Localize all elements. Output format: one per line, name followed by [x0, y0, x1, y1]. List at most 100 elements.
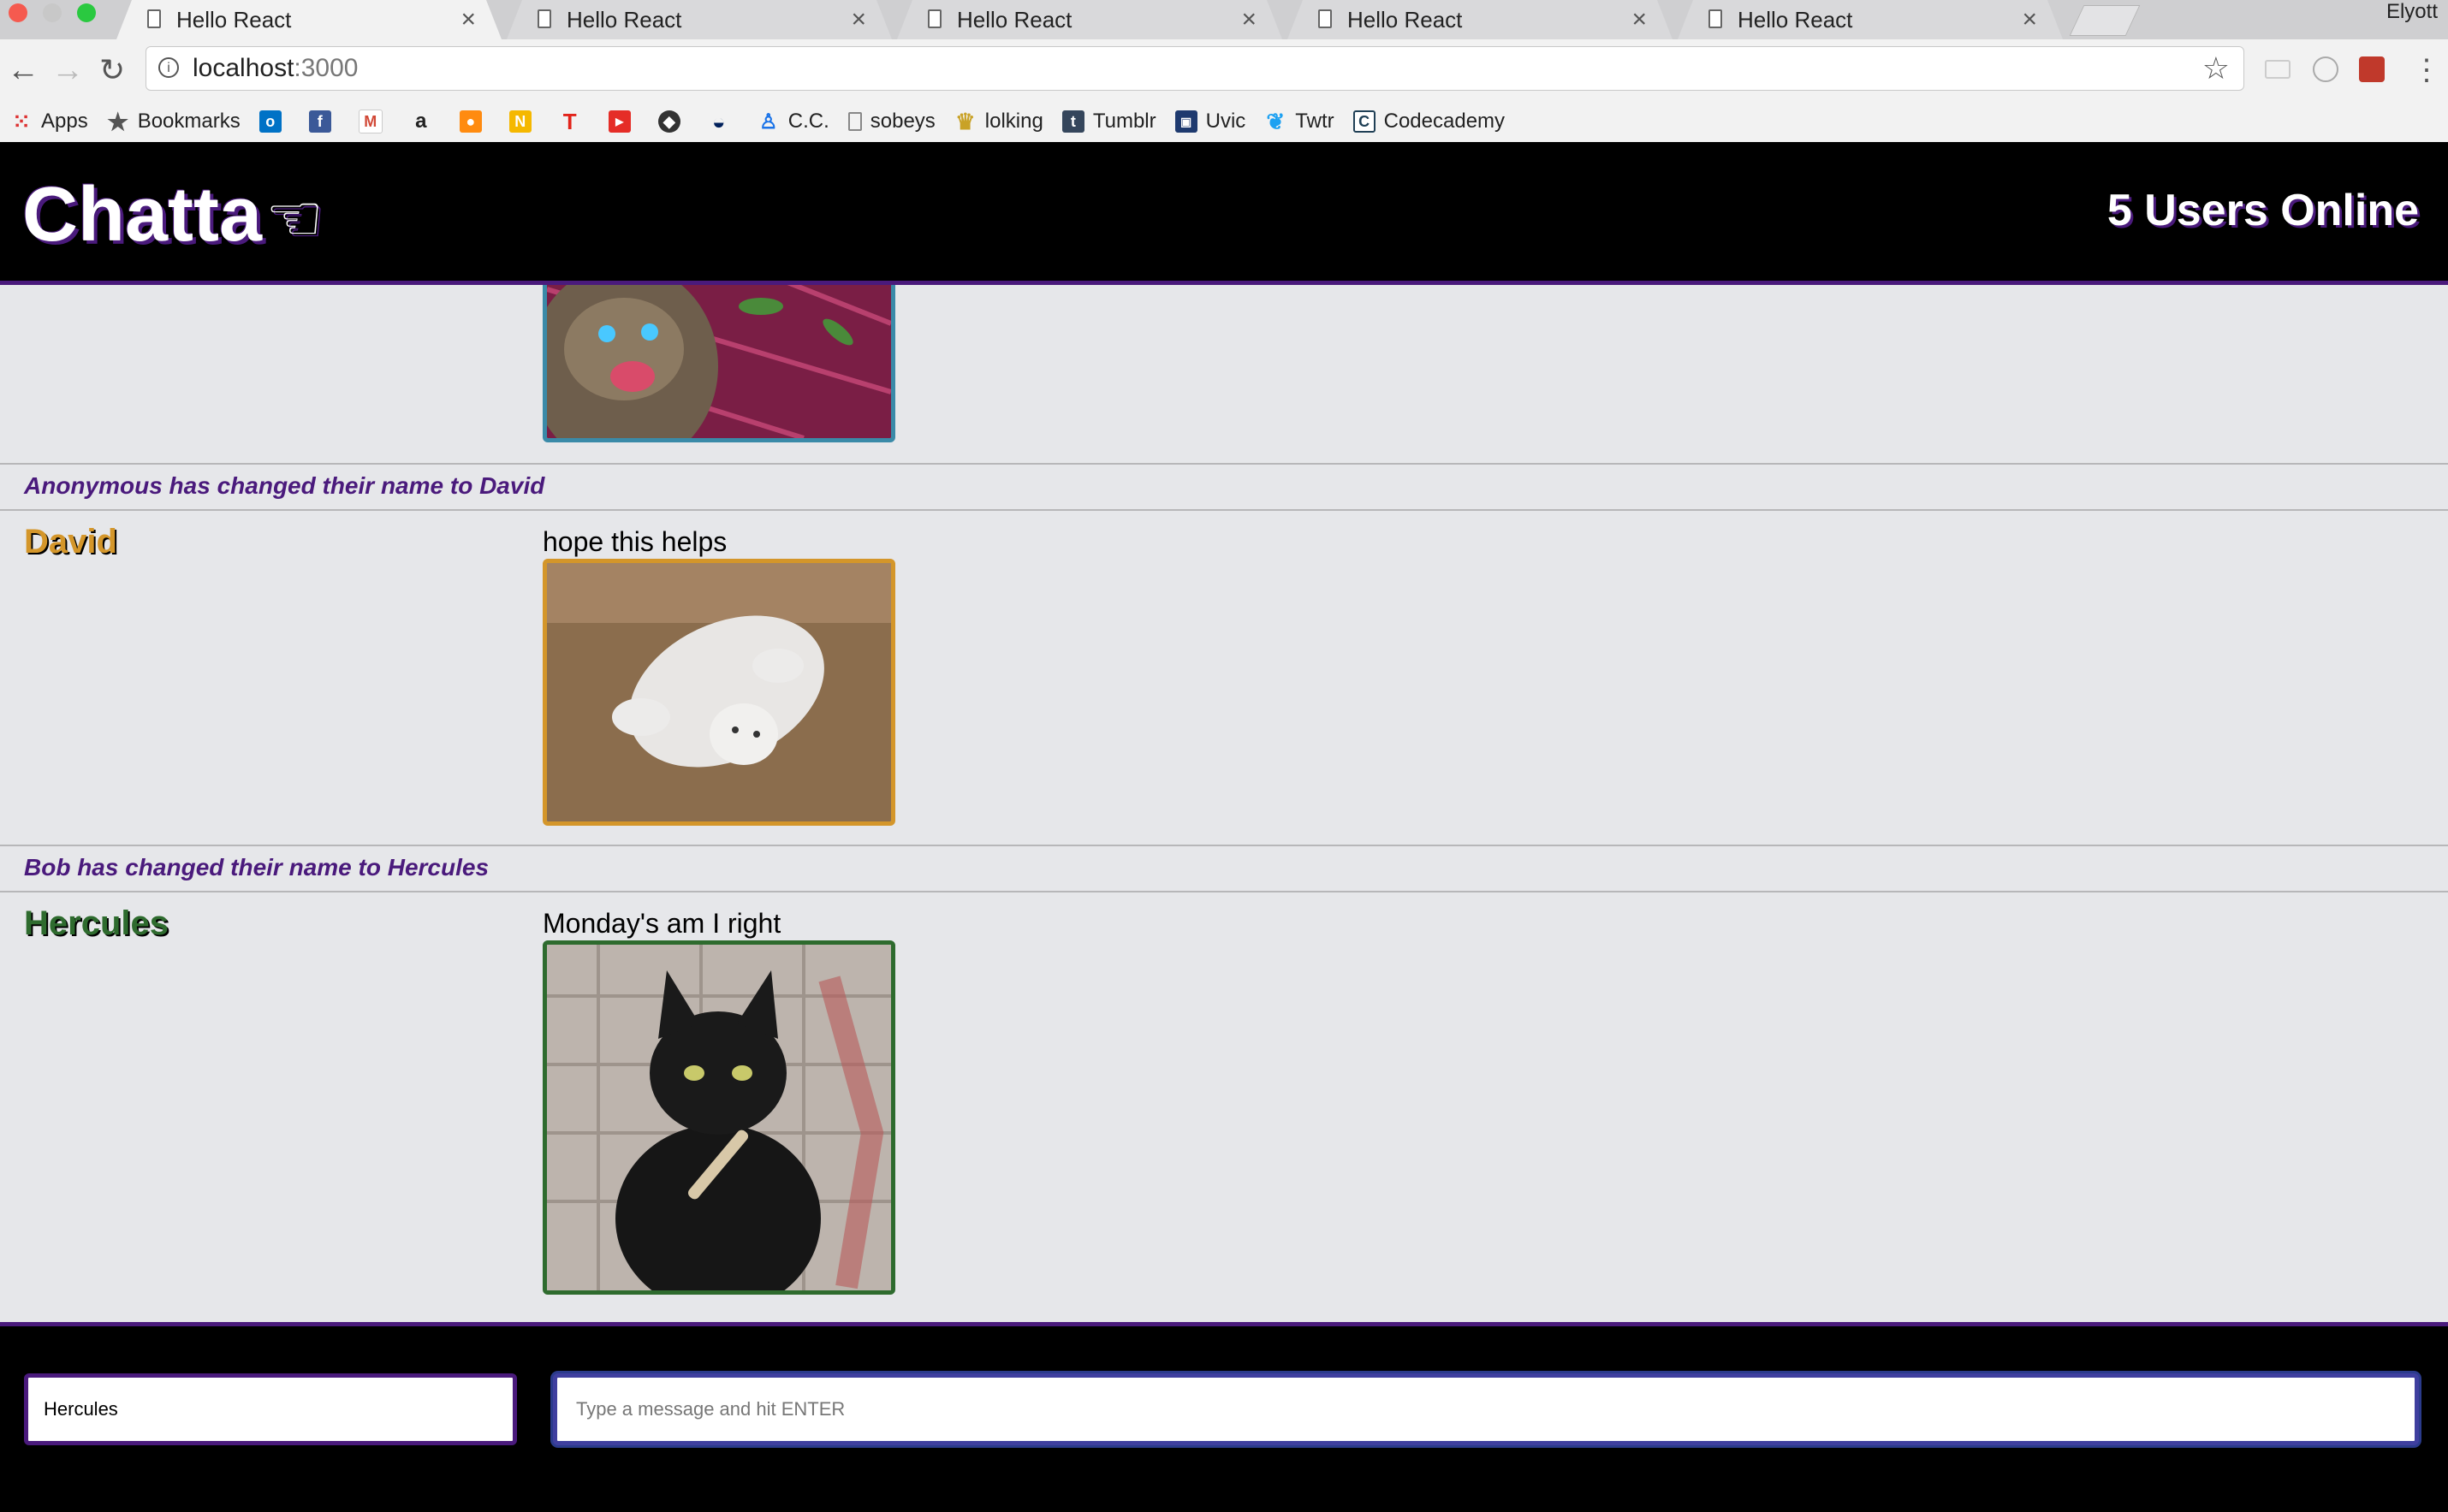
bookmark-reddit[interactable]: ● [459, 110, 490, 133]
tab-title: Hello React [1347, 6, 1463, 33]
page-icon [147, 9, 161, 28]
notification-row: Bob has changed their name to Hercules [0, 846, 2448, 892]
page-icon [928, 9, 942, 28]
twitter-icon: ❦ [1266, 108, 1286, 134]
page-icon [847, 112, 862, 131]
cast-icon[interactable] [2265, 60, 2291, 79]
new-tab-button[interactable] [2069, 5, 2141, 36]
tumblr-icon: t [1061, 110, 1084, 133]
info-icon[interactable]: i [158, 57, 179, 78]
profile-name[interactable]: Elyott [2386, 0, 2438, 24]
bookmark-n[interactable]: N [508, 110, 540, 133]
canucks-icon: ◒ [711, 108, 726, 134]
crown-icon: ♛ [955, 108, 976, 134]
address-bar[interactable]: i localhost:3000 ☆ [146, 46, 2244, 91]
message-username: David [24, 523, 117, 560]
window-minimize-button[interactable] [43, 3, 62, 22]
pointing-hand-icon: ☜ [265, 182, 324, 255]
users-online-count: 5 Users Online [2106, 186, 2419, 235]
tab-close-icon[interactable]: × [460, 5, 476, 34]
bookmark-tumblr[interactable]: t Tumblr [1061, 110, 1156, 133]
message-username: Hercules [24, 904, 169, 942]
tab-close-icon[interactable]: × [851, 5, 866, 34]
browser-tab-4[interactable]: Hello React × [1287, 0, 1673, 39]
message-image [543, 940, 895, 1295]
tab-close-icon[interactable]: × [2022, 5, 2037, 34]
nhl-icon: ◆ [657, 110, 680, 133]
t-icon: T [562, 108, 577, 134]
bookmark-star-icon[interactable]: ☆ [2202, 50, 2230, 86]
bookmark-canucks[interactable]: ◒ [708, 108, 739, 134]
bookmark-youtube[interactable]: ▶ [608, 110, 639, 133]
chat-input-bar [0, 1322, 2448, 1512]
browser-tab-bar: Hello React × Hello React × Hello React … [0, 0, 2448, 40]
message-text: Monday's am I right [543, 908, 781, 939]
notification-row: Anonymous has changed their name to Davi… [0, 465, 2448, 511]
person-icon: ♙ [758, 110, 778, 133]
tab-title: Hello React [957, 6, 1072, 33]
tab-title: Hello React [1738, 6, 1853, 33]
browser-toolbar: ← → ↻ i localhost:3000 ☆ ⋮ [0, 39, 2448, 101]
bookmark-uvic[interactable]: ▣ Uvic [1174, 110, 1245, 133]
app-logo: Chatta [22, 172, 263, 258]
browser-tab-5[interactable]: Hello React × [1678, 0, 2063, 39]
outlook-icon: o [258, 110, 282, 133]
tab-title: Hello React [176, 6, 292, 33]
page-icon [1318, 9, 1332, 28]
message-row [0, 285, 2448, 465]
bookmark-apps[interactable]: ⁙ Apps [10, 108, 88, 134]
bookmark-gmail[interactable]: M [358, 110, 391, 133]
page-icon [1708, 9, 1722, 28]
tab-title: Hello React [567, 6, 682, 33]
extension-red-icon[interactable] [2359, 56, 2385, 82]
message-input[interactable] [553, 1373, 2419, 1445]
gmail-icon: M [358, 110, 383, 133]
username-input[interactable] [24, 1373, 517, 1445]
facebook-icon: f [308, 110, 331, 133]
window-close-button[interactable] [9, 3, 27, 22]
message-row: Hercules Monday's am I right [0, 892, 2448, 1322]
bookmark-amazon[interactable]: a [410, 110, 441, 133]
extension-icon[interactable] [2313, 56, 2338, 82]
n-icon: N [508, 110, 532, 133]
bookmark-lolking[interactable]: ♛ lolking [954, 108, 1043, 134]
browser-tab-3[interactable]: Hello React × [897, 0, 1282, 39]
bookmark-facebook[interactable]: f [308, 110, 340, 133]
black-cat-nail-file-gif [547, 945, 891, 1290]
bookmark-t[interactable]: T [559, 108, 590, 134]
browser-tab-2[interactable]: Hello React × [507, 0, 892, 39]
menu-dots-icon[interactable]: ⋮ [2412, 50, 2441, 91]
uvic-icon: ▣ [1174, 110, 1197, 133]
bookmark-twitter[interactable]: ❦ Twtr [1264, 108, 1334, 134]
bookmark-outlook[interactable]: o [258, 110, 290, 133]
reddit-icon: ● [459, 110, 482, 133]
notification-text: Anonymous has changed their name to Davi… [24, 472, 545, 499]
page-icon [538, 9, 551, 28]
reload-icon[interactable]: ↻ [99, 50, 125, 91]
url-text[interactable]: localhost:3000 [193, 54, 358, 83]
bookmarks-bar: ⁙ Apps ★ Bookmarks o f M a ● N T ▶ ◆ ◒ ♙… [0, 101, 2448, 143]
message-text: hope this helps [543, 526, 728, 557]
bookmark-codecademy[interactable]: C Codecademy [1352, 110, 1505, 133]
youtube-icon: ▶ [608, 110, 631, 133]
apps-grid-icon: ⁙ [12, 108, 31, 134]
star-icon: ★ [107, 108, 129, 135]
tab-close-icon[interactable]: × [1631, 5, 1647, 34]
bookmark-sobeys[interactable]: sobeys [847, 110, 936, 133]
window-zoom-button[interactable] [77, 3, 96, 22]
message-list[interactable]: Anonymous has changed their name to Davi… [0, 285, 2448, 1322]
bookmark-cc[interactable]: ♙ C.C. [758, 110, 829, 133]
cat-screaming-gif [547, 285, 891, 438]
message-image [543, 559, 895, 826]
notification-text: Bob has changed their name to Hercules [24, 854, 490, 881]
white-cat-rolling-gif [547, 563, 891, 821]
tab-close-icon[interactable]: × [1241, 5, 1257, 34]
forward-arrow-icon[interactable]: → [51, 50, 84, 91]
bookmark-bookmarks[interactable]: ★ Bookmarks [107, 108, 241, 135]
back-arrow-icon[interactable]: ← [7, 50, 39, 91]
message-row: David hope this helps [0, 511, 2448, 846]
bookmark-nhl[interactable]: ◆ [657, 110, 689, 133]
app-header: Chatta ☜ 5 Users Online [0, 142, 2448, 285]
message-image [543, 285, 895, 442]
browser-tab-1[interactable]: Hello React × [116, 0, 502, 39]
